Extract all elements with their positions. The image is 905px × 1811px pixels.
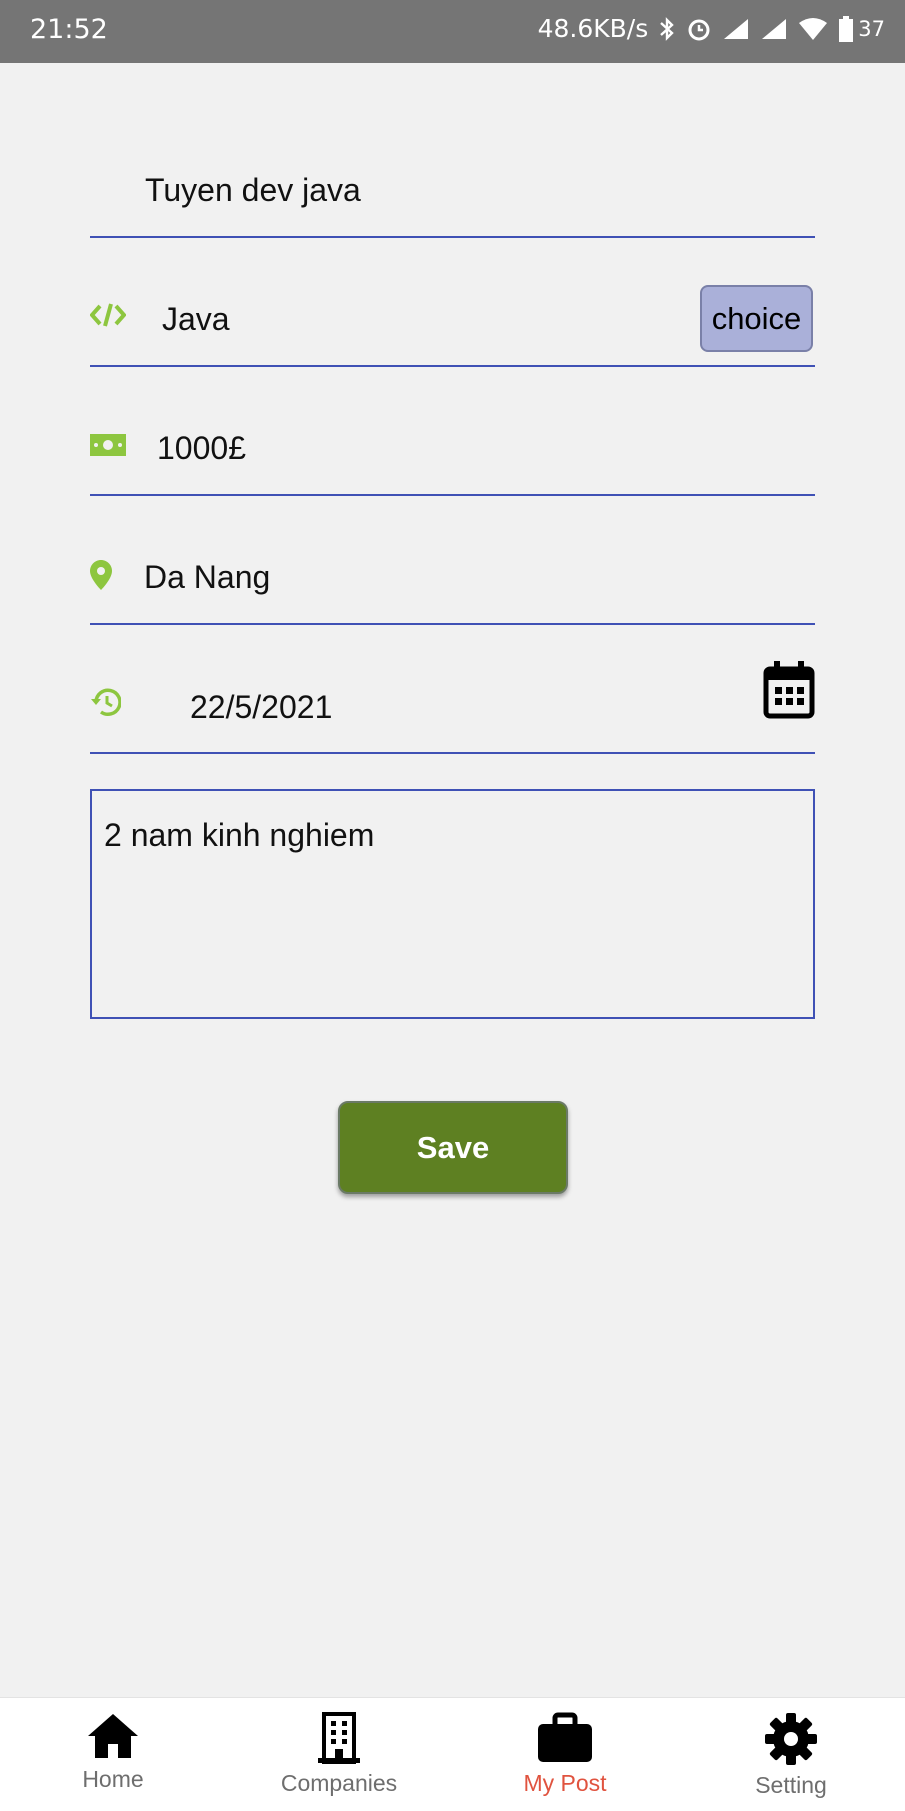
nav-label-my-post: My Post	[523, 1770, 607, 1796]
battery-level: 37	[858, 16, 885, 41]
status-icons: 48.6KB/s 37	[538, 14, 885, 43]
alarm-icon	[688, 19, 710, 40]
nav-item-setting[interactable]: Setting	[678, 1698, 904, 1811]
nav-item-my-post[interactable]: My Post	[452, 1698, 678, 1811]
save-button[interactable]: Save	[338, 1101, 568, 1194]
calendar-icon[interactable]	[763, 661, 815, 719]
location-underline	[90, 623, 815, 625]
choice-button[interactable]: choice	[700, 285, 813, 352]
status-time: 21:52	[30, 14, 108, 45]
nav-label-companies: Companies	[280, 1770, 398, 1796]
status-bar: 21:52 48.6KB/s 37	[0, 0, 905, 63]
home-icon	[88, 1714, 138, 1758]
salary-input[interactable]: 1000£	[157, 430, 246, 467]
battery-icon	[839, 15, 854, 42]
bluetooth-icon	[660, 16, 675, 41]
date-underline	[90, 752, 815, 754]
nav-label-home: Home	[82, 1766, 144, 1792]
bottom-navigation: Home Companies My Post Setting	[0, 1697, 905, 1811]
description-textarea[interactable]: 2 nam kinh nghiem	[90, 789, 815, 1019]
history-icon	[91, 688, 121, 716]
nav-item-home[interactable]: Home	[0, 1698, 226, 1811]
title-underline	[90, 236, 815, 238]
job-title-input[interactable]: Tuyen dev java	[145, 172, 361, 209]
money-icon	[90, 434, 126, 456]
briefcase-icon	[538, 1712, 592, 1762]
wifi-icon	[799, 17, 828, 40]
gear-icon	[765, 1713, 817, 1765]
signal-icon	[762, 18, 787, 39]
salary-underline	[90, 494, 815, 496]
nav-item-companies[interactable]: Companies	[226, 1698, 452, 1811]
location-pin-icon	[90, 560, 112, 590]
date-input[interactable]: 22/5/2021	[190, 689, 332, 726]
location-input[interactable]: Da Nang	[144, 559, 270, 596]
skill-input[interactable]: Java	[162, 301, 230, 338]
network-speed: 48.6KB/s	[537, 14, 649, 43]
code-icon	[90, 303, 126, 327]
nav-label-setting: Setting	[755, 1772, 827, 1798]
building-icon	[318, 1712, 360, 1764]
signal-icon	[724, 18, 749, 39]
skill-underline	[90, 365, 815, 367]
